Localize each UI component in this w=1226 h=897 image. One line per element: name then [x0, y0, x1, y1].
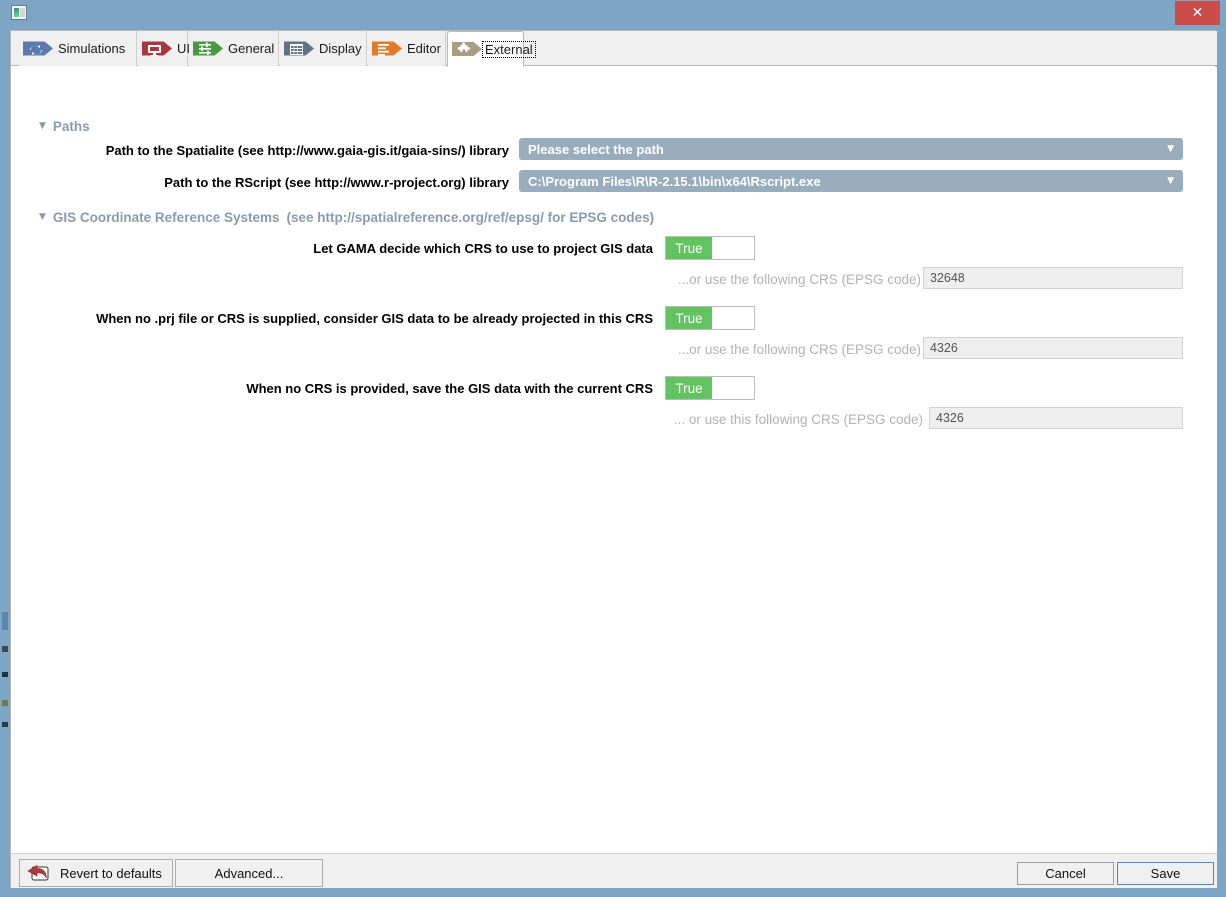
input-epsg-save-current[interactable]: 4326: [929, 407, 1183, 429]
section-header-gis[interactable]: ▼ GIS Coordinate Reference Systems (see …: [39, 210, 654, 225]
section-title-paths: Paths: [52, 119, 90, 134]
refresh-icon: [23, 41, 53, 56]
section-subtitle-gis: (see http://spatialreference.org/ref/eps…: [286, 210, 655, 225]
combo-spatialite-value: Please select the path: [528, 141, 664, 157]
save-button[interactable]: Save: [1117, 862, 1214, 885]
chevron-down-icon: ▼: [39, 212, 46, 222]
window-bottom-edge: [0, 888, 1226, 897]
undo-arrow-icon: [26, 863, 52, 883]
toggle-track-off: [712, 237, 754, 259]
revert-to-defaults-button[interactable]: Revert to defaults: [19, 859, 173, 887]
tab-bar: Simulations UI General Display Editor Ex…: [11, 31, 1217, 67]
grid-icon: [284, 41, 314, 56]
tab-simulations[interactable]: Simulations: [19, 31, 137, 66]
toggle-no-prj-crs[interactable]: True: [665, 306, 755, 330]
tab-editor[interactable]: Editor: [368, 31, 446, 66]
toggle-value-no-prj-crs: True: [666, 307, 712, 329]
tab-display[interactable]: Display: [280, 31, 367, 66]
lines-icon: [372, 41, 402, 56]
tab-label-editor: Editor: [407, 41, 441, 56]
label-save-current-crs: When no CRS is provided, save the GIS da…: [246, 381, 653, 396]
monitor-icon: [142, 41, 172, 56]
sliders-icon: [193, 41, 223, 56]
tab-external[interactable]: External: [447, 31, 536, 67]
preferences-dialog: Simulations UI General Display Editor Ex…: [10, 30, 1217, 889]
dialog-button-bar: Revert to defaults Advanced... Cancel Sa…: [11, 853, 1217, 889]
toggle-track-off: [712, 377, 754, 399]
chevron-down-icon: ▼: [39, 121, 46, 131]
label-spatialite-path: Path to the Spatialite (see http://www.g…: [105, 143, 509, 158]
input-epsg-gama-decide[interactable]: 32648: [923, 267, 1183, 289]
revert-to-defaults-label: Revert to defaults: [60, 865, 162, 881]
input-epsg-no-prj[interactable]: 4326: [923, 337, 1183, 359]
combo-spatialite-path[interactable]: Please select the path ▼: [519, 138, 1183, 160]
cancel-button[interactable]: Cancel: [1017, 862, 1114, 885]
sublabel-epsg-gama-decide: ...or use the following CRS (EPSG code): [677, 272, 921, 287]
toggle-gama-decide-crs[interactable]: True: [665, 236, 755, 260]
label-rscript-path: Path to the RScript (see http://www.r-pr…: [164, 175, 509, 190]
toggle-save-current-crs[interactable]: True: [665, 376, 755, 400]
tab-label-display: Display: [319, 41, 362, 56]
close-icon[interactable]: ✕: [1175, 1, 1220, 25]
tab-label-external: External: [482, 40, 536, 58]
advanced-button[interactable]: Advanced...: [175, 859, 323, 887]
sublabel-epsg-save-current: ... or use this following CRS (EPSG code…: [673, 412, 923, 427]
preferences-content: ▼ Paths Path to the Spatialite (see http…: [11, 67, 1217, 853]
tab-general[interactable]: General: [189, 31, 279, 66]
sublabel-epsg-no-prj: ...or use the following CRS (EPSG code): [677, 342, 921, 357]
titlebar: ✕: [0, 0, 1226, 30]
app-window-icon: [11, 5, 27, 20]
combo-rscript-path[interactable]: C:\Program Files\R\R-2.15.1\bin\x64\Rscr…: [519, 170, 1183, 192]
background-window-sliver: [0, 0, 10, 897]
label-no-prj-crs: When no .prj file or CRS is supplied, co…: [96, 311, 653, 326]
tab-label-ui: UI: [177, 41, 190, 56]
toggle-value-gama-decide-crs: True: [666, 237, 712, 259]
label-gama-decide-crs: Let GAMA decide which CRS to use to proj…: [313, 241, 653, 256]
combo-rscript-value: C:\Program Files\R\R-2.15.1\bin\x64\Rscr…: [528, 173, 821, 189]
section-header-paths[interactable]: ▼ Paths: [39, 119, 90, 134]
section-title-gis: GIS Coordinate Reference Systems: [52, 210, 280, 225]
tab-ui[interactable]: UI: [138, 31, 190, 66]
toggle-value-save-current-crs: True: [666, 377, 712, 399]
chevron-down-icon: ▼: [1167, 176, 1174, 186]
toggle-track-off: [712, 307, 754, 329]
preferences-window: ✕ Simulations UI General Display Editor …: [0, 0, 1226, 897]
tab-label-simulations: Simulations: [58, 41, 126, 56]
puzzle-icon: [452, 41, 482, 57]
tab-label-general: General: [228, 41, 275, 56]
chevron-down-icon: ▼: [1167, 144, 1174, 154]
